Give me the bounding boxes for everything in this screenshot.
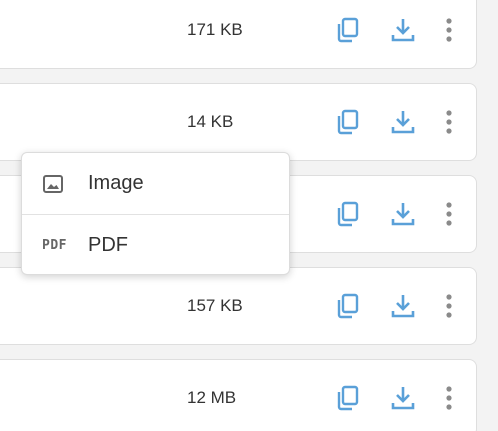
more-vertical-icon (446, 386, 452, 410)
file-row: 12 MB (0, 359, 477, 431)
download-button[interactable] (389, 384, 417, 412)
more-options-button[interactable] (441, 200, 457, 228)
pdf-icon: PDF (42, 235, 70, 257)
menu-item-label: PDF (88, 234, 128, 256)
download-icon (391, 19, 415, 42)
more-vertical-icon (446, 294, 452, 318)
more-vertical-icon (446, 110, 452, 134)
copy-button[interactable] (335, 16, 361, 44)
more-options-button[interactable] (441, 292, 457, 320)
copy-icon (337, 109, 359, 135)
pdf-glyph: PDF (42, 238, 67, 253)
download-icon (391, 295, 415, 318)
file-size: 14 KB (187, 112, 234, 131)
file-row: 171 KB (0, 0, 477, 69)
copy-icon (337, 385, 359, 411)
more-vertical-icon (446, 202, 452, 226)
download-icon (391, 387, 415, 410)
file-list-screen: 171 KB 14 KB 157 KB 12 MB Image PDF PDF (0, 0, 498, 431)
more-options-button[interactable] (441, 16, 457, 44)
download-button[interactable] (389, 16, 417, 44)
more-options-button[interactable] (441, 384, 457, 412)
image-icon (42, 173, 70, 195)
download-icon (391, 203, 415, 226)
file-size: 12 MB (187, 388, 237, 407)
download-button[interactable] (389, 292, 417, 320)
file-row: 157 KB (0, 267, 477, 345)
download-button[interactable] (389, 108, 417, 136)
download-button[interactable] (389, 200, 417, 228)
copy-icon (337, 17, 359, 43)
download-icon (391, 111, 415, 134)
menu-item-label: Image (88, 172, 144, 194)
copy-icon (337, 201, 359, 227)
export-format-menu: Image PDF PDF (21, 152, 290, 275)
copy-button[interactable] (335, 292, 361, 320)
file-size: 171 KB (187, 20, 243, 39)
copy-button[interactable] (335, 384, 361, 412)
copy-button[interactable] (335, 200, 361, 228)
more-vertical-icon (446, 18, 452, 42)
menu-item-pdf[interactable]: PDF PDF (22, 214, 289, 276)
copy-button[interactable] (335, 108, 361, 136)
copy-icon (337, 293, 359, 319)
more-options-button[interactable] (441, 108, 457, 136)
file-row: 14 KB (0, 83, 477, 161)
file-size: 157 KB (187, 296, 243, 315)
menu-item-image[interactable]: Image (22, 153, 289, 214)
